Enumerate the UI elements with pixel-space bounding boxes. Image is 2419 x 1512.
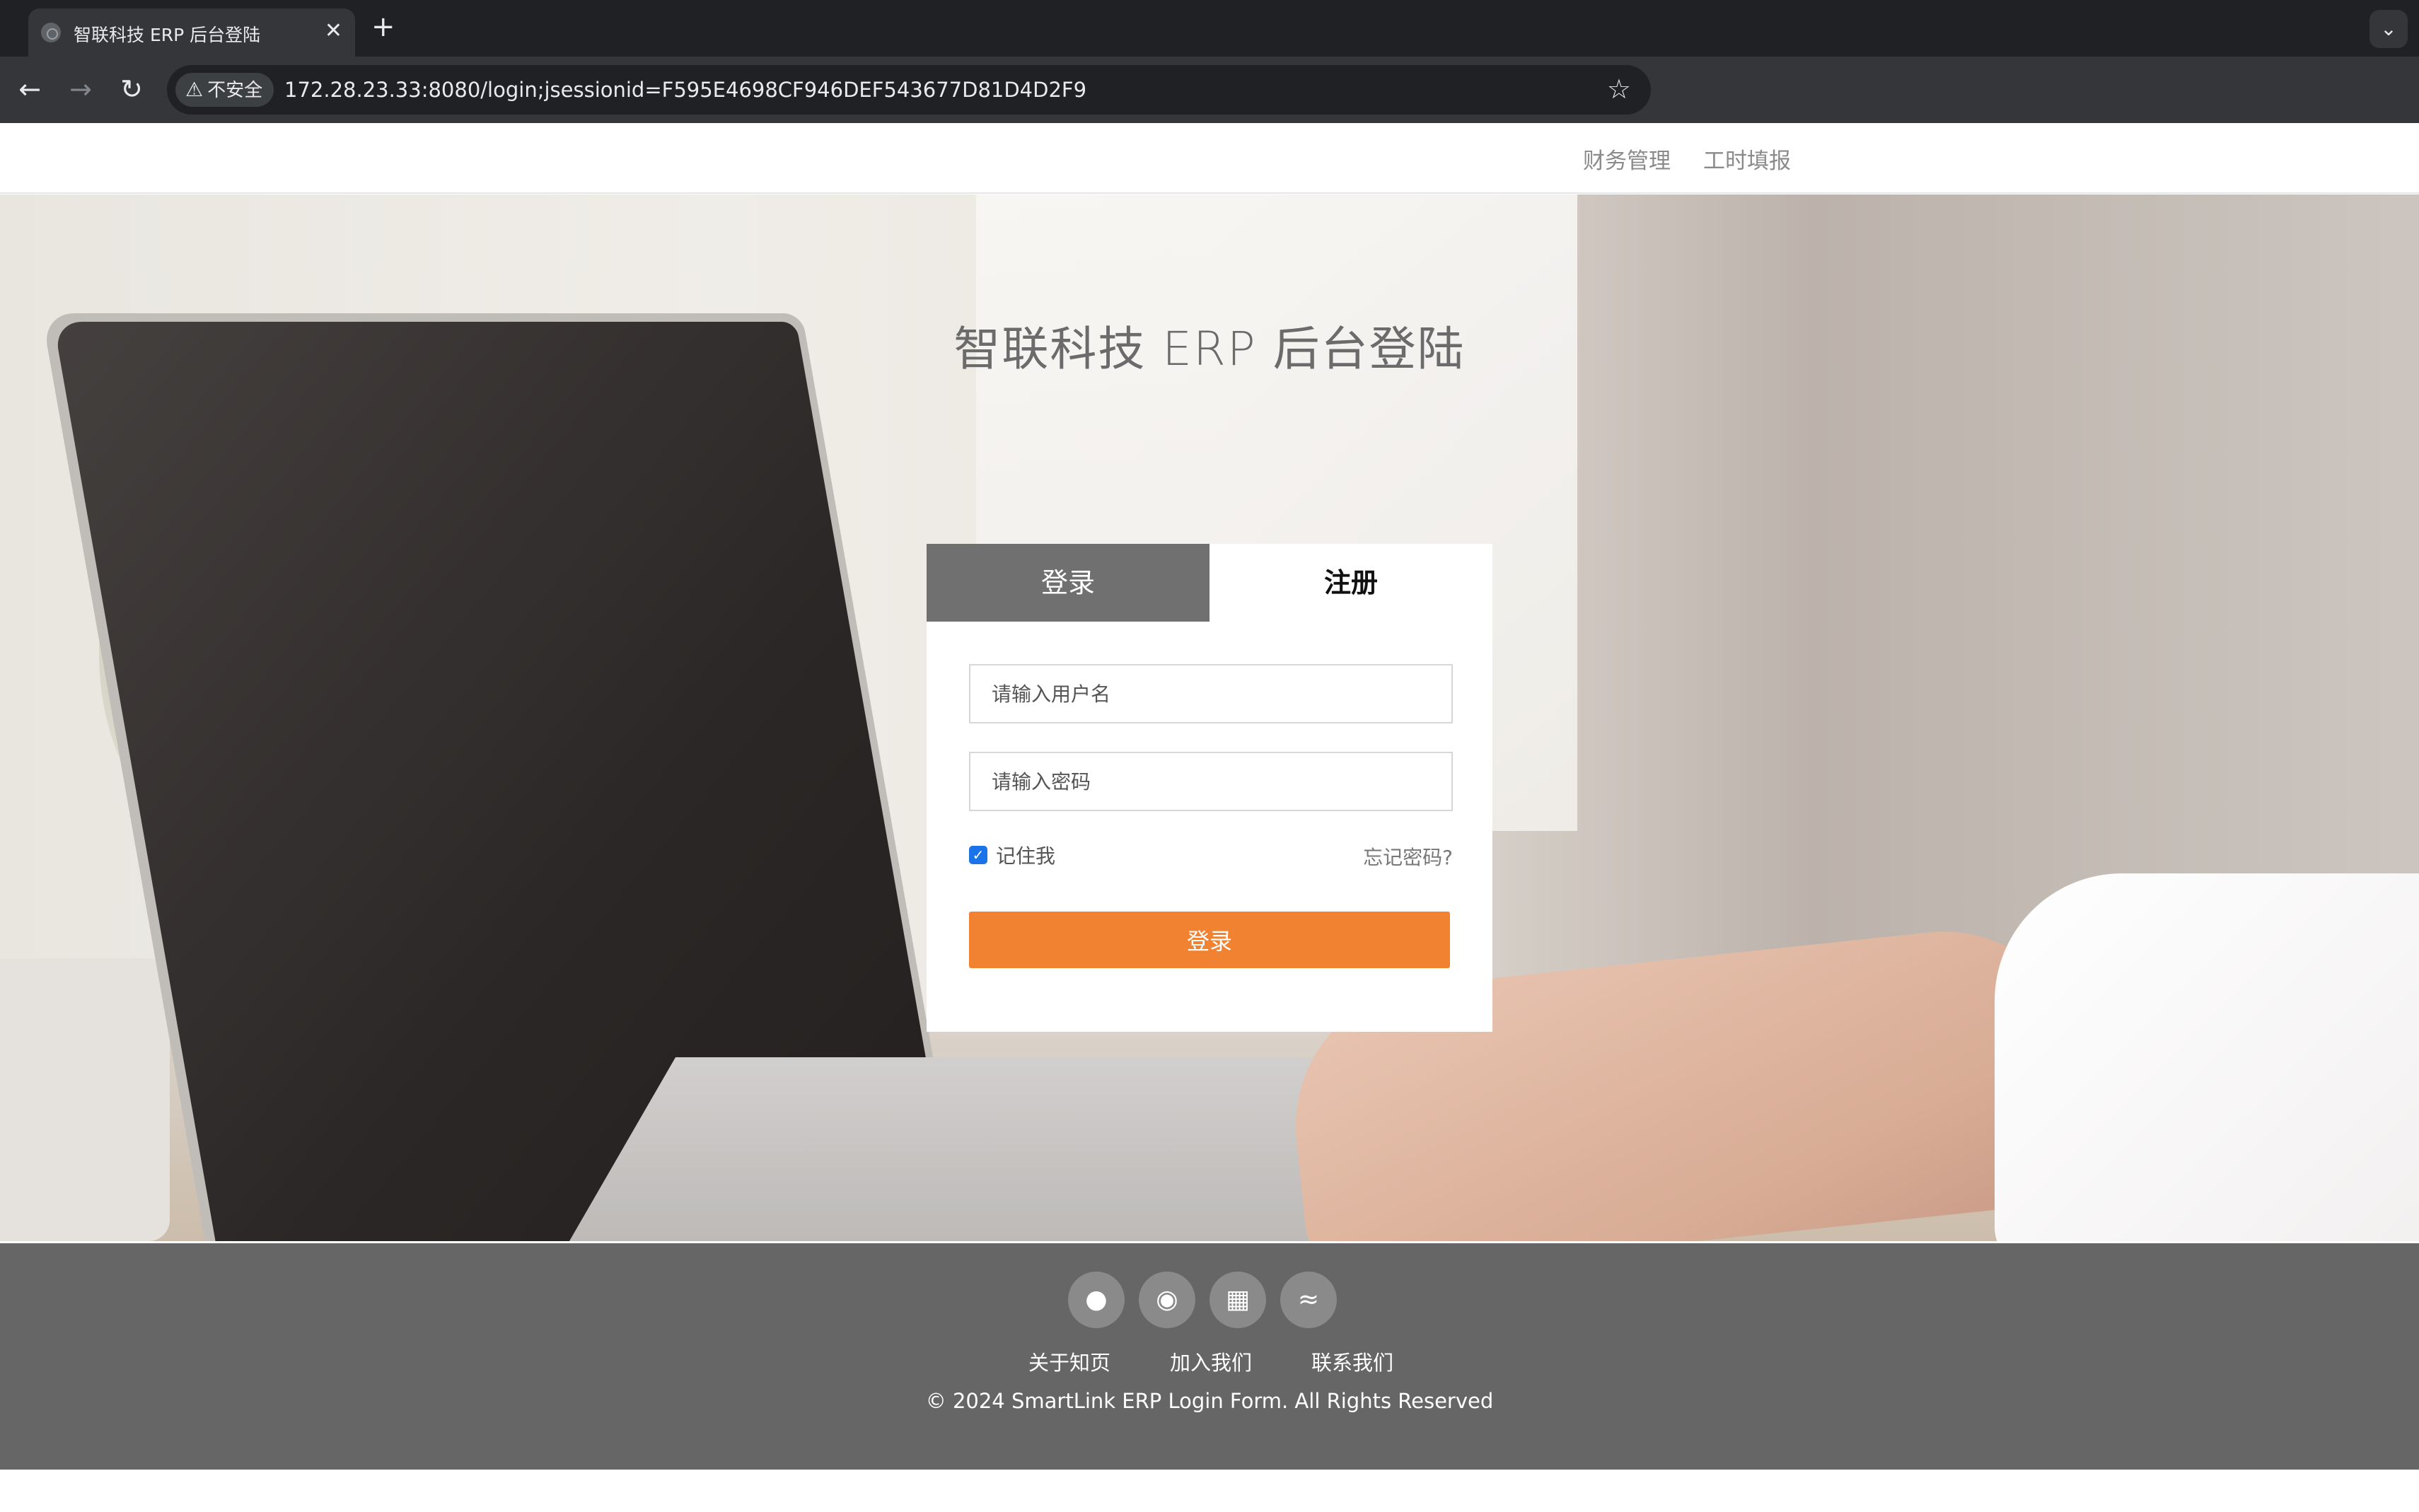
nav-item-timesheet[interactable]: 工时填报 bbox=[1703, 143, 1791, 175]
footer-link-join[interactable]: 加入我们 bbox=[1170, 1347, 1252, 1376]
url-text[interactable]: 172.28.23.33:8080/login;jsessionid=F595E… bbox=[284, 78, 1086, 102]
security-label: 不安全 bbox=[207, 80, 263, 101]
nav-item-finance[interactable]: 财务管理 bbox=[1583, 143, 1671, 175]
tab-register[interactable]: 注册 bbox=[1210, 544, 1492, 622]
footer-link-about[interactable]: 关于知页 bbox=[1028, 1347, 1110, 1376]
tab-login[interactable]: 登录 bbox=[927, 544, 1210, 622]
copyright-text: © 2024 SmartLink ERP Login Form. All Rig… bbox=[925, 1389, 1494, 1413]
top-navigation: 财务管理 工时填报 bbox=[0, 123, 2419, 194]
chevron-down-icon[interactable]: ⌄ bbox=[2369, 10, 2408, 48]
forgot-password-link[interactable]: 忘记密码? bbox=[1363, 842, 1453, 871]
remember-me: ✓ 记住我 bbox=[969, 842, 1055, 868]
browser-toolbar: ← → ↻ ⚠ 不安全 172.28.23.33:8080/login;jsess… bbox=[0, 57, 2419, 123]
warning-icon: ⚠ bbox=[185, 78, 204, 101]
hero-background-image: 智联科技 ERP 后台登陆 登录 注册 ✓ 记住我 忘记密码? 登录 bbox=[0, 194, 2419, 1241]
back-arrow-icon[interactable]: ← bbox=[10, 69, 50, 109]
weibo-icon[interactable]: ◉ bbox=[1139, 1272, 1195, 1328]
browser-tab-title: 智联科技 ERP 后台登陆 bbox=[74, 25, 261, 45]
remember-me-label[interactable]: 记住我 bbox=[996, 841, 1055, 869]
new-tab-icon[interactable]: + bbox=[371, 10, 395, 44]
login-button[interactable]: 登录 bbox=[969, 912, 1450, 968]
login-tabs: 登录 注册 bbox=[927, 544, 1492, 622]
qrcode-icon[interactable]: ▦ bbox=[1210, 1272, 1266, 1328]
login-panel: 登录 注册 ✓ 记住我 忘记密码? 登录 bbox=[927, 544, 1492, 1032]
security-indicator[interactable]: ⚠ 不安全 bbox=[175, 73, 274, 107]
globe-icon bbox=[41, 23, 61, 42]
browser-tabstrip: 智联科技 ERP 后台登陆 ✕ + ⌄ bbox=[0, 0, 2419, 57]
page-title: 智联科技 ERP 后台登陆 bbox=[953, 322, 1466, 376]
remember-me-checkbox[interactable]: ✓ bbox=[969, 846, 987, 864]
close-tab-icon[interactable]: ✕ bbox=[325, 18, 342, 44]
browser-tab[interactable]: 智联科技 ERP 后台登陆 ✕ bbox=[28, 8, 355, 57]
username-input[interactable] bbox=[969, 664, 1453, 723]
password-input[interactable] bbox=[969, 752, 1453, 811]
forward-arrow-icon[interactable]: → bbox=[61, 69, 100, 109]
footer-link-contact[interactable]: 联系我们 bbox=[1311, 1347, 1393, 1376]
qq-icon[interactable]: ● bbox=[1068, 1272, 1125, 1328]
wifi-icon[interactable]: ≈ bbox=[1280, 1272, 1337, 1328]
page-content: 财务管理 工时填报 智联科技 ERP 后台登陆 登录 注册 ✓ 记住我 忘记密码… bbox=[0, 123, 2419, 1512]
footer: ● ◉ ▦ ≈ 关于知页 加入我们 联系我们 © 2024 SmartLink … bbox=[0, 1243, 2419, 1470]
bookmark-star-icon[interactable]: ☆ bbox=[1607, 74, 1631, 105]
address-bar[interactable]: ⚠ 不安全 172.28.23.33:8080/login;jsessionid=… bbox=[167, 65, 1651, 115]
reload-icon[interactable]: ↻ bbox=[112, 69, 151, 109]
